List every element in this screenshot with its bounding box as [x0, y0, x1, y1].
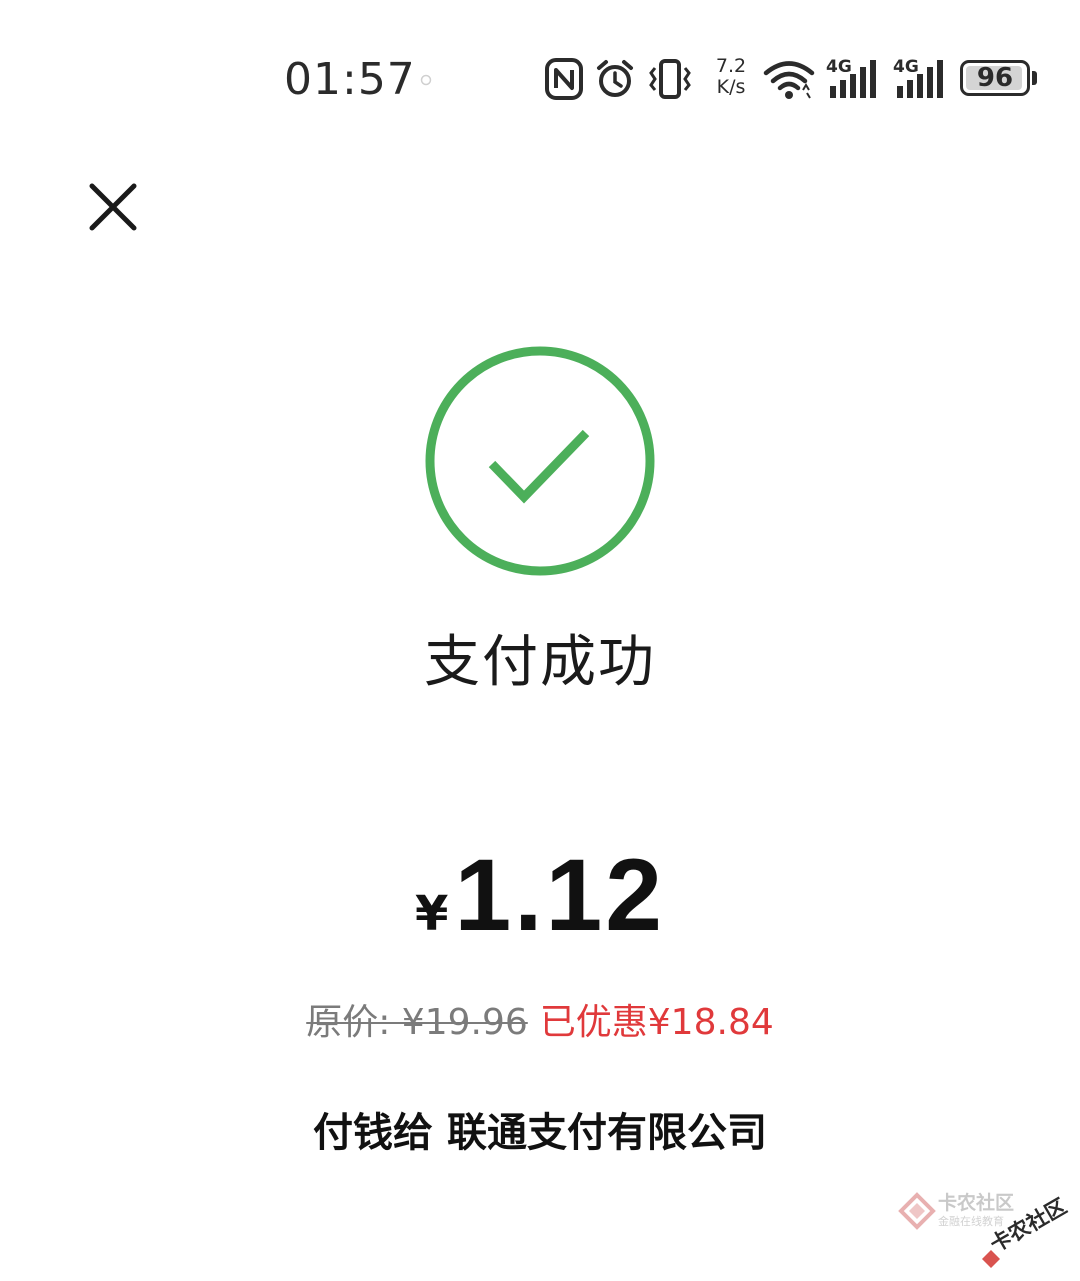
discount-amount: 已优惠¥18.84	[539, 1002, 774, 1043]
success-check-icon	[425, 346, 655, 576]
battery-icon: 96	[960, 60, 1030, 96]
close-icon[interactable]	[84, 178, 142, 236]
price-details: 原价: ¥19.96 已优惠¥18.84	[0, 998, 1080, 1048]
network-speed: 7.2 K/s	[710, 56, 752, 98]
payment-amount: ¥1.12	[0, 840, 1080, 950]
currency-symbol: ¥	[415, 886, 449, 942]
network-speed-unit: K/s	[716, 76, 746, 98]
vibrate-icon	[649, 59, 691, 99]
alarm-icon	[597, 60, 633, 97]
notification-dot-icon	[420, 74, 432, 86]
payee-name: 联通支付有限公司	[447, 1110, 767, 1156]
watermark-logo: 卡农社区 金融在线教育 卡农社区	[898, 1190, 1078, 1280]
payment-status-title: 支付成功	[424, 630, 656, 695]
battery-tip	[1032, 71, 1037, 85]
signal-icon: 4G	[893, 58, 947, 100]
wifi-icon	[763, 61, 815, 99]
watermark-tagline: 金融在线教育	[938, 1215, 1004, 1228]
amount-value: 1.12	[454, 838, 665, 952]
watermark-stamp-icon	[982, 1250, 1000, 1268]
payee-label: 付钱给	[313, 1110, 433, 1156]
payee: 付钱给 联通支付有限公司	[0, 1105, 1080, 1161]
status-bar: 01:57 7.2 K/s 4G 4G 96	[0, 0, 1080, 160]
watermark-logo-icon	[898, 1192, 936, 1230]
battery-level: 96	[976, 63, 1014, 93]
status-time: 01:57	[284, 54, 416, 105]
watermark-brand: 卡农社区	[938, 1192, 1015, 1214]
original-price: 原价: ¥19.96	[306, 1002, 528, 1043]
signal-icon: 4G	[826, 58, 880, 100]
network-speed-value: 7.2	[715, 55, 747, 77]
nfc-icon	[545, 58, 583, 100]
